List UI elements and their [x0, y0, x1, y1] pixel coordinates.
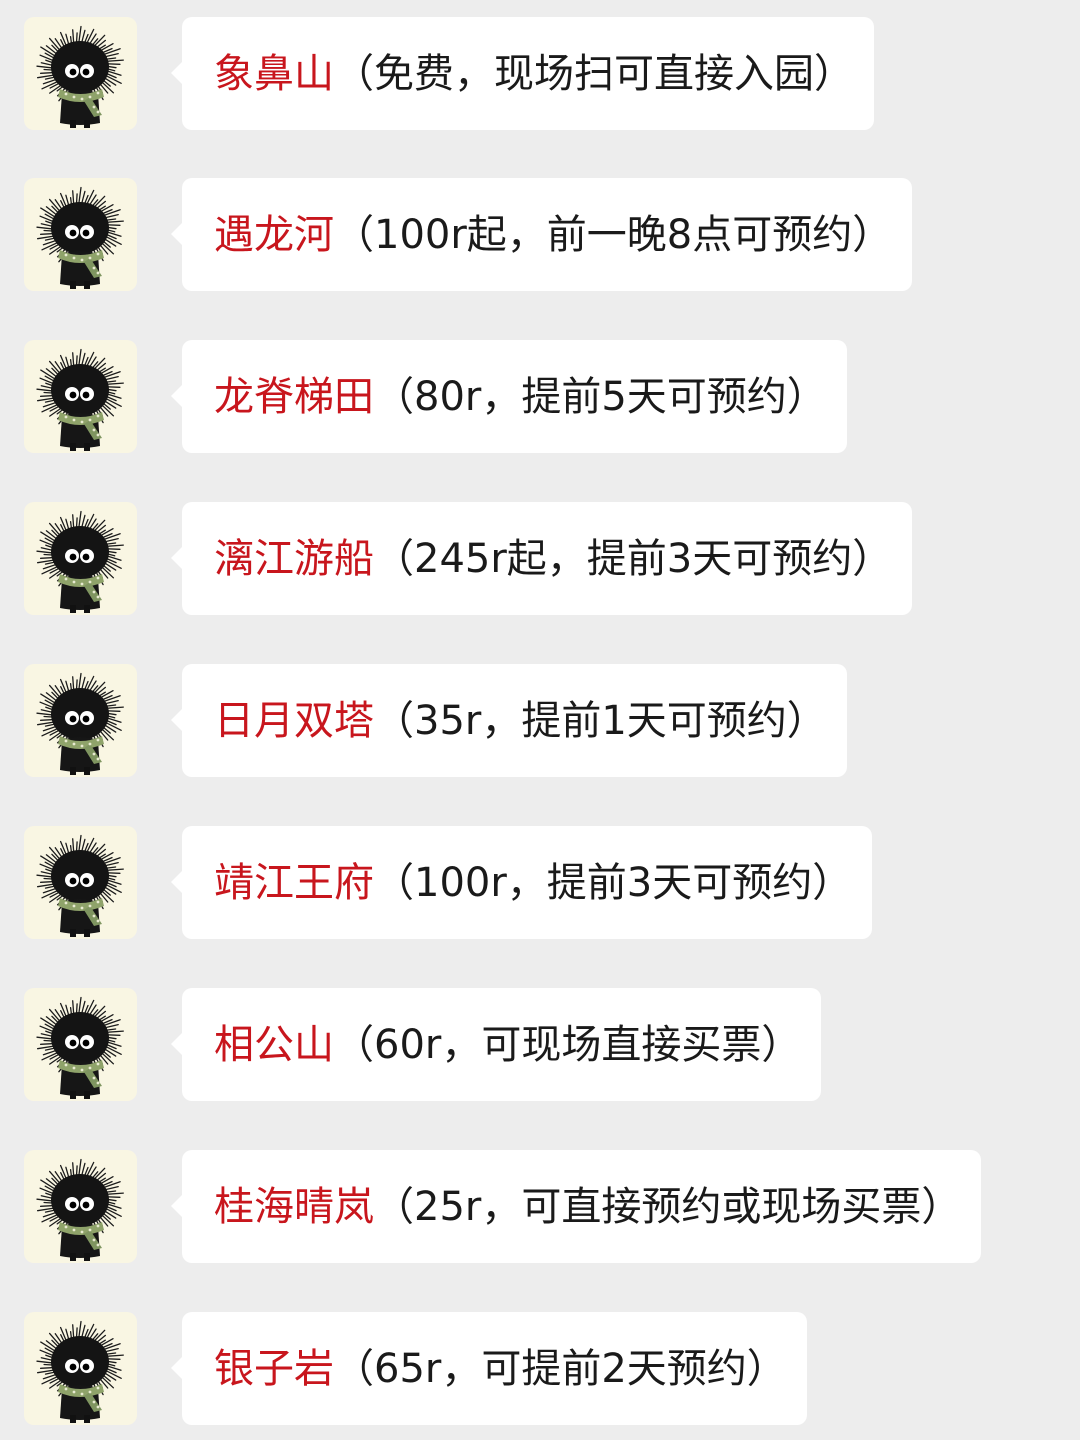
soot-sprite-with-scarf-avatar-icon	[36, 1320, 124, 1423]
avatar[interactable]	[24, 988, 137, 1101]
soot-sprite-with-scarf-avatar-icon	[36, 510, 124, 613]
attraction-name: 龙脊梯田	[214, 373, 374, 420]
chat-message: 遇龙河 （100r起，前一晚8点可预约）	[0, 178, 1080, 294]
attraction-name: 日月双塔	[214, 697, 374, 744]
ticket-info: （60r，可现场直接买票）	[334, 1021, 802, 1068]
avatar[interactable]	[24, 502, 137, 615]
avatar[interactable]	[24, 826, 137, 939]
ticket-info: （65r，可提前2天预约）	[334, 1345, 787, 1392]
soot-sprite-with-scarf-avatar-icon	[36, 996, 124, 1099]
chat-message: 相公山 （60r，可现场直接买票）	[0, 988, 1080, 1104]
message-bubble[interactable]: 银子岩 （65r，可提前2天预约）	[171, 1312, 807, 1425]
chat-message: 靖江王府 （100r，提前3天可预约）	[0, 826, 1080, 942]
message-bubble[interactable]: 象鼻山 （免费，现场扫可直接入园）	[171, 17, 874, 130]
attraction-name: 遇龙河	[214, 211, 334, 258]
ticket-info: （80r，提前5天可预约）	[374, 373, 827, 420]
chat-message: 龙脊梯田 （80r，提前5天可预约）	[0, 340, 1080, 456]
ticket-info: （100r起，前一晚8点可预约）	[334, 211, 893, 258]
attraction-name: 桂海晴岚	[214, 1183, 374, 1230]
chat-message-list: 象鼻山 （免费，现场扫可直接入园） 遇龙河 （100r起，前一晚8点可预约） 龙脊梯…	[0, 0, 1080, 1440]
ticket-info: （35r，提前1天可预约）	[374, 697, 827, 744]
message-bubble[interactable]: 漓江游船 （245r起，提前3天可预约）	[170, 502, 913, 615]
attraction-name: 银子岩	[214, 1345, 334, 1392]
attraction-name: 漓江游船	[214, 535, 374, 582]
chat-message: 桂海晴岚 （25r，可直接预约或现场买票）	[0, 1150, 1080, 1266]
attraction-name: 靖江王府	[214, 859, 374, 906]
message-bubble[interactable]: 桂海晴岚 （25r，可直接预约或现场买票）	[170, 1150, 982, 1263]
chat-message: 银子岩 （65r，可提前2天预约）	[0, 1312, 1080, 1428]
attraction-name: 相公山	[214, 1021, 334, 1068]
soot-sprite-with-scarf-avatar-icon	[36, 25, 124, 128]
avatar[interactable]	[24, 664, 137, 777]
message-bubble[interactable]: 遇龙河 （100r起，前一晚8点可预约）	[170, 178, 913, 291]
soot-sprite-with-scarf-avatar-icon	[36, 672, 124, 775]
ticket-info: （100r，提前3天可预约）	[374, 859, 853, 906]
avatar[interactable]	[24, 340, 137, 453]
avatar[interactable]	[24, 178, 137, 291]
message-bubble[interactable]: 龙脊梯田 （80r，提前5天可预约）	[171, 340, 847, 453]
ticket-info: （245r起，提前3天可预约）	[374, 535, 893, 582]
message-bubble[interactable]: 相公山 （60r，可现场直接买票）	[170, 988, 822, 1101]
soot-sprite-with-scarf-avatar-icon	[36, 348, 124, 451]
message-bubble[interactable]: 靖江王府 （100r，提前3天可预约）	[170, 826, 873, 939]
message-bubble[interactable]: 日月双塔 （35r，提前1天可预约）	[171, 664, 847, 777]
chat-message: 漓江游船 （245r起，提前3天可预约）	[0, 502, 1080, 618]
soot-sprite-with-scarf-avatar-icon	[36, 834, 124, 937]
avatar[interactable]	[24, 1150, 137, 1263]
avatar[interactable]	[24, 1312, 137, 1425]
chat-message: 象鼻山 （免费，现场扫可直接入园）	[0, 17, 1080, 133]
ticket-info: （免费，现场扫可直接入园）	[334, 50, 854, 97]
attraction-name: 象鼻山	[214, 50, 334, 97]
chat-message: 日月双塔 （35r，提前1天可预约）	[0, 664, 1080, 780]
soot-sprite-with-scarf-avatar-icon	[36, 186, 124, 289]
avatar[interactable]	[24, 17, 137, 130]
ticket-info: （25r，可直接预约或现场买票）	[374, 1183, 962, 1230]
soot-sprite-with-scarf-avatar-icon	[36, 1158, 124, 1261]
